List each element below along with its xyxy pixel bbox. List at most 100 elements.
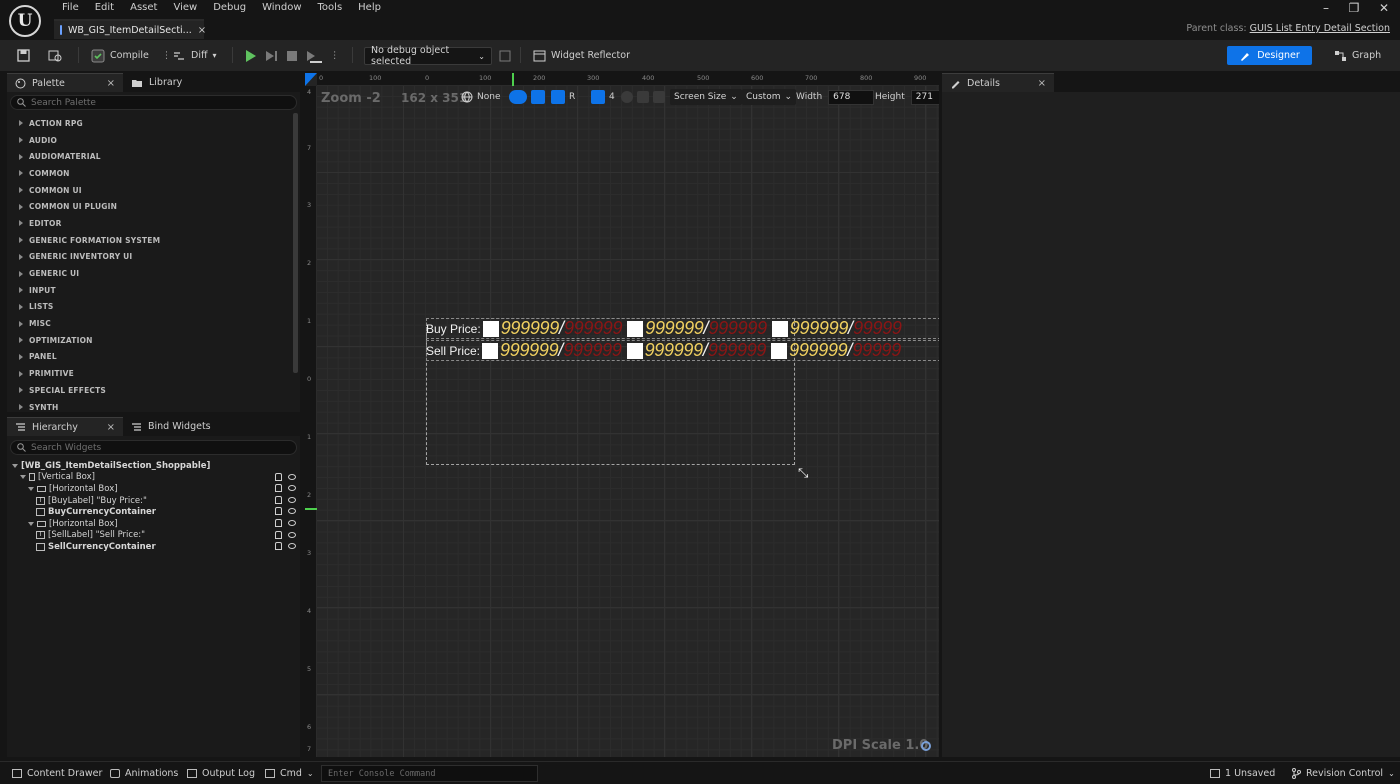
localization-preview-button[interactable]: None [461, 88, 500, 106]
hierarchy-row[interactable]: SellCurrencyContainer [7, 541, 300, 553]
parent-class-link[interactable]: GUIS List Entry Detail Section [1250, 23, 1390, 34]
unsaved-button[interactable]: 1 Unsaved [1210, 767, 1275, 780]
sell-price-row[interactable]: Sell Price: 999999/999999 999999/999999 … [426, 340, 906, 361]
eye-icon[interactable] [288, 508, 296, 515]
revision-control-button[interactable]: Revision Control ⌄ [1291, 767, 1395, 780]
unreal-logo[interactable]: U [9, 5, 41, 37]
save-button[interactable] [17, 46, 30, 65]
eye-icon[interactable] [288, 531, 296, 538]
tab-details[interactable]: Details × [942, 73, 1054, 92]
lock-icon[interactable] [275, 507, 282, 516]
palette-category[interactable]: LISTS [7, 299, 300, 316]
palette-category[interactable]: COMMON UI PLUGIN [7, 198, 300, 215]
hierarchy-row[interactable]: [Vertical Box] [7, 472, 300, 484]
tab-hierarchy[interactable]: Hierarchy × [7, 417, 123, 436]
hierarchy-row[interactable]: T [SellLabel] "Sell Price:" [7, 530, 300, 542]
lock-icon[interactable] [275, 484, 282, 493]
document-tab[interactable]: WB_GIS_ItemDetailSecti... × [54, 19, 206, 39]
console-input[interactable]: Enter Console Command [321, 765, 538, 782]
close-hierarchy-icon[interactable]: × [107, 422, 115, 433]
palette-search-input[interactable]: Search Palette [10, 95, 297, 110]
palette-category[interactable]: AUDIOMATERIAL [7, 148, 300, 165]
palette-category[interactable]: GENERIC FORMATION SYSTEM [7, 232, 300, 249]
menu-item-window[interactable]: Window [254, 1, 309, 15]
palette-category[interactable]: COMMON UI [7, 182, 300, 199]
cursor-icon[interactable] [621, 91, 633, 103]
screen-size-dropdown[interactable]: Screen Size ⌄ [670, 88, 742, 106]
restore-icon[interactable]: ❐ [1347, 2, 1361, 14]
eye-icon[interactable] [288, 519, 296, 526]
compile-button[interactable]: Compile ⋮ [91, 46, 171, 65]
palette-category[interactable]: INPUT [7, 282, 300, 299]
widget-reflector-button[interactable]: Widget Reflector [533, 46, 630, 65]
respect-locks-toggle[interactable] [509, 88, 545, 106]
resize-handle-icon[interactable]: ⤡ [798, 466, 808, 481]
width-input[interactable]: 678 [828, 89, 875, 105]
palette-category[interactable]: SYNTH [7, 399, 300, 416]
palette-category[interactable]: GENERIC UI [7, 265, 300, 282]
menu-item-asset[interactable]: Asset [122, 1, 165, 15]
collapse-arrow-icon[interactable] [28, 521, 34, 526]
palette-category[interactable]: PANEL [7, 349, 300, 366]
palette-scrollbar[interactable] [293, 113, 298, 373]
hierarchy-row[interactable]: BuyCurrencyContainer [7, 506, 300, 518]
eject-button[interactable] [307, 46, 322, 65]
preview-options[interactable] [621, 88, 665, 106]
collapse-arrow-icon[interactable] [12, 463, 18, 468]
widget-outline-toggle[interactable]: R [551, 88, 575, 106]
palette-category[interactable]: OPTIMIZATION [7, 332, 300, 349]
content-drawer-button[interactable]: Content Drawer [12, 767, 102, 780]
close-tab-icon[interactable]: × [198, 25, 206, 36]
animations-button[interactable]: Animations [110, 767, 178, 780]
designer-viewport[interactable]: 0 100 0 100 200 300 400 500 600 700 800 900 4 7 3 2 1 0 1… [305, 73, 939, 757]
menu-item-help[interactable]: Help [350, 1, 389, 15]
collapse-arrow-icon[interactable] [20, 475, 26, 480]
palette-category[interactable]: ACTION RPG [7, 115, 300, 132]
stop-button[interactable] [287, 46, 297, 65]
menu-item-debug[interactable]: Debug [205, 1, 254, 15]
tab-bind-widgets[interactable]: Bind Widgets [123, 417, 219, 436]
menu-item-file[interactable]: File [54, 1, 87, 15]
menu-item-edit[interactable]: Edit [87, 1, 122, 15]
eye-icon[interactable] [288, 496, 296, 503]
lock-icon[interactable] [275, 518, 282, 527]
hierarchy-row[interactable]: [Horizontal Box] [7, 518, 300, 530]
buy-price-row[interactable]: Buy Price: 999999/999999 999999/999999 9… [426, 318, 907, 339]
output-log-button[interactable]: Output Log [187, 767, 255, 780]
palette-category[interactable]: PRIMITIVE [7, 365, 300, 382]
lock-icon[interactable] [275, 530, 282, 539]
close-details-icon[interactable]: × [1038, 78, 1046, 89]
cmd-button[interactable]: Cmd ⌄ [265, 767, 314, 780]
menu-item-view[interactable]: View [165, 1, 205, 15]
tab-library[interactable]: Library [123, 73, 190, 92]
height-input[interactable]: 271 [910, 89, 939, 105]
eye-icon[interactable] [288, 485, 296, 492]
close-palette-icon[interactable]: × [107, 78, 115, 89]
minimize-icon[interactable]: – [1319, 2, 1333, 14]
close-window-icon[interactable]: ✕ [1377, 2, 1391, 14]
lock-icon[interactable] [275, 542, 282, 551]
debug-object-select[interactable]: No debug object selected ⌄ [364, 45, 492, 67]
image-icon[interactable] [637, 91, 649, 103]
diff-button[interactable]: Diff ▾ [172, 46, 217, 65]
fill-mode-select[interactable]: Custom ⌄ [742, 89, 797, 105]
step-button[interactable] [266, 46, 277, 65]
play-options-icon[interactable]: ⋮ [330, 46, 340, 65]
fill-mode-dropdown[interactable]: Custom ⌄ [742, 88, 797, 106]
tab-palette[interactable]: Palette × [7, 73, 123, 92]
debug-find-button[interactable] [499, 46, 511, 65]
browse-button[interactable] [48, 46, 62, 65]
hierarchy-row[interactable]: [WB_GIS_ItemDetailSection_Shoppable] [7, 460, 300, 472]
compile-options-icon[interactable]: ⋮ [162, 50, 172, 61]
play-button[interactable] [246, 46, 256, 65]
dpi-settings-icon[interactable] [921, 741, 931, 751]
hierarchy-row[interactable]: T [BuyLabel] "Buy Price:" [7, 495, 300, 507]
palette-category[interactable]: GENERIC INVENTORY UI [7, 249, 300, 266]
designer-mode-button[interactable]: Designer [1227, 46, 1312, 65]
eye-icon[interactable] [288, 473, 296, 480]
palette-category[interactable]: EDITOR [7, 215, 300, 232]
menu-item-tools[interactable]: Tools [310, 1, 351, 15]
screen-size-select[interactable]: Screen Size ⌄ [670, 89, 742, 105]
lock-icon[interactable] [275, 472, 282, 481]
palette-category[interactable]: COMMON [7, 165, 300, 182]
